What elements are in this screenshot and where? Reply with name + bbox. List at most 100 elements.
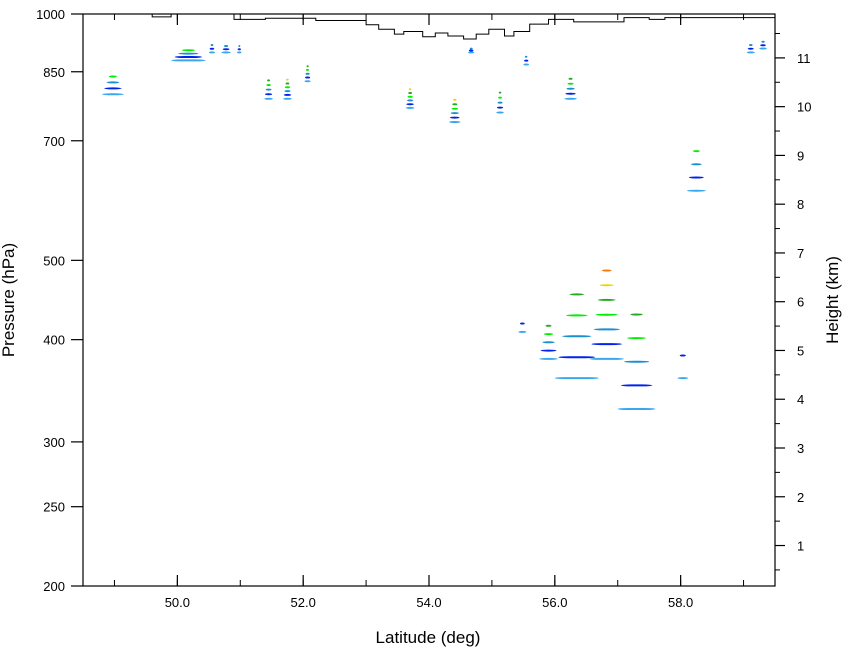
y-right-tick-label: 1 [797, 539, 804, 554]
plot-frame [82, 13, 776, 587]
contour-blob-20-level-3 [692, 150, 700, 153]
chart: 50.0 52.0 54.0 56.0 58.0 200 250 300 400 500 700 8… [0, 7, 842, 647]
contour-blob-20-level-0 [686, 189, 706, 192]
contour-blob-4-level-1 [237, 48, 241, 51]
contour-blob-20-level-1 [688, 176, 704, 179]
y-right-tick-label: 9 [797, 148, 804, 163]
y-left-tick-label: 1000 [36, 7, 65, 22]
y-left-tick-label: 400 [43, 333, 65, 348]
y-right-tick-label: 5 [797, 343, 804, 358]
contour-blob-17-level-6 [601, 269, 612, 272]
contour-blob-8-level-3 [407, 95, 413, 98]
contour-blob-19-level-0 [677, 377, 689, 380]
contour-blob-7-level-4 [306, 65, 309, 68]
contour-blob-10-level-2 [469, 47, 473, 50]
contour-blob-21-level-0 [746, 51, 755, 54]
y-left-tick-label: 500 [43, 253, 65, 268]
contour-blob-13-level-0 [523, 63, 530, 66]
contour-blob-5-level-1 [264, 93, 273, 96]
contour-blob-5-level-3 [266, 84, 271, 86]
x-tick-label: 52.0 [291, 595, 316, 610]
contour-blob-6-level-2 [284, 90, 291, 93]
y-left-axis-ticks: 200 250 300 400 500 700 850 1000 [36, 7, 83, 594]
contour-blob-17-level-3 [595, 313, 618, 316]
contour-blob-9-level-3 [451, 107, 459, 110]
contour-blob-13-level-1 [524, 59, 529, 62]
contour-blob-9-level-2 [450, 112, 459, 115]
y-right-axis-ticks: 1 2 3 4 5 6 7 8 9 10 11 [775, 33, 811, 571]
contour-blob-3-level-0 [221, 51, 231, 54]
contour-blob-7-level-1 [305, 76, 311, 79]
contour-blob-14-level-1 [540, 349, 557, 352]
contour-blob-21-level-1 [747, 47, 754, 50]
x-tick-label: 58.0 [668, 595, 693, 610]
contour-blob-12-level-1 [520, 322, 525, 325]
contour-blob-3-level-1 [222, 48, 230, 51]
contour-blob-18-level-1 [620, 384, 653, 387]
contour-blob-20-level-2 [690, 163, 702, 166]
contour-blob-8-level-1 [406, 103, 414, 106]
x-tick-label: 50.0 [165, 595, 190, 610]
contour-blob-9-level-4 [452, 103, 458, 106]
contour-blob-6-level-4 [285, 82, 290, 85]
contour-blob-9-level-5 [453, 98, 457, 101]
contour-blob-16-level-1 [565, 92, 576, 95]
contour-blob-1-level-0 [171, 59, 206, 62]
contour-blob-2-level-0 [208, 51, 216, 54]
contour-blob-7-level-3 [306, 68, 310, 71]
contour-blob-16-level-3 [567, 82, 574, 85]
contour-blob-16-level-4 [568, 77, 573, 80]
contour-blob-8-level-2 [407, 99, 414, 102]
contour-blob-17-level-4 [597, 298, 616, 301]
contour-blob-11-level-1 [496, 106, 504, 109]
y-right-axis-label: Height (km) [823, 256, 842, 344]
contour-blob-17-level-0 [589, 357, 624, 360]
contour-blob-6-level-3 [284, 86, 290, 89]
contour-blob-22-level-0 [759, 47, 767, 50]
y-right-tick-label: 3 [797, 441, 804, 456]
contour-blob-5-level-2 [265, 88, 272, 91]
contour-blob-14-level-3 [543, 333, 554, 336]
y-left-tick-label: 850 [43, 65, 65, 80]
contour-blob-5-level-0 [264, 97, 273, 100]
contour-blob-1-level-3 [182, 49, 195, 52]
y-left-axis-label: Pressure (hPa) [0, 243, 18, 357]
contour-blob-18-level-2 [624, 360, 650, 363]
contour-blob-17-level-2 [593, 328, 620, 331]
contour-blob-2-level-2 [210, 44, 214, 46]
y-right-tick-label: 2 [797, 490, 804, 505]
x-axis-ticks: 50.0 52.0 54.0 56.0 58.0 [113, 14, 745, 610]
contour-blob-22-level-1 [760, 44, 766, 47]
y-left-tick-label: 250 [43, 500, 65, 515]
contour-blob-15-level-0 [554, 377, 599, 380]
contour-blob-6-level-0 [283, 97, 292, 100]
contour-blob-17-level-1 [591, 343, 622, 346]
contour-blob-6-level-5 [286, 78, 289, 81]
contour-blob-9-level-1 [449, 116, 460, 119]
y-right-tick-label: 8 [797, 197, 804, 212]
contour-blob-19-level-1 [679, 354, 686, 357]
contour-blob-18-level-0 [617, 408, 656, 410]
contour-blob-7-level-0 [304, 80, 311, 83]
y-right-tick-label: 11 [797, 51, 811, 66]
contour-blob-14-level-4 [545, 324, 552, 327]
x-axis-label: Latitude (deg) [376, 628, 481, 647]
contour-blob-14-level-2 [542, 341, 555, 344]
contour-blob-8-level-4 [408, 92, 413, 94]
contour-blob-2-level-1 [209, 47, 215, 50]
contour-blob-16-level-0 [564, 97, 577, 100]
contour-blob-4-level-0 [237, 51, 242, 54]
contour-blob-7-level-2 [305, 72, 310, 75]
contour-blob-15-level-3 [565, 314, 588, 317]
contour-blob-0-level-1 [104, 87, 122, 90]
contour-blob-4-level-2 [238, 45, 241, 47]
contour-blob-12-level-0 [518, 330, 527, 333]
contour-blob-16-level-2 [566, 87, 575, 90]
y-right-tick-label: 7 [797, 246, 804, 261]
y-left-tick-label: 300 [43, 435, 65, 450]
y-right-tick-label: 4 [797, 392, 804, 407]
contour-blob-9-level-0 [449, 121, 461, 123]
contour-blob-0-level-2 [106, 81, 120, 84]
contour-blob-21-level-2 [749, 44, 753, 46]
contour-blob-17-level-5 [599, 284, 614, 287]
